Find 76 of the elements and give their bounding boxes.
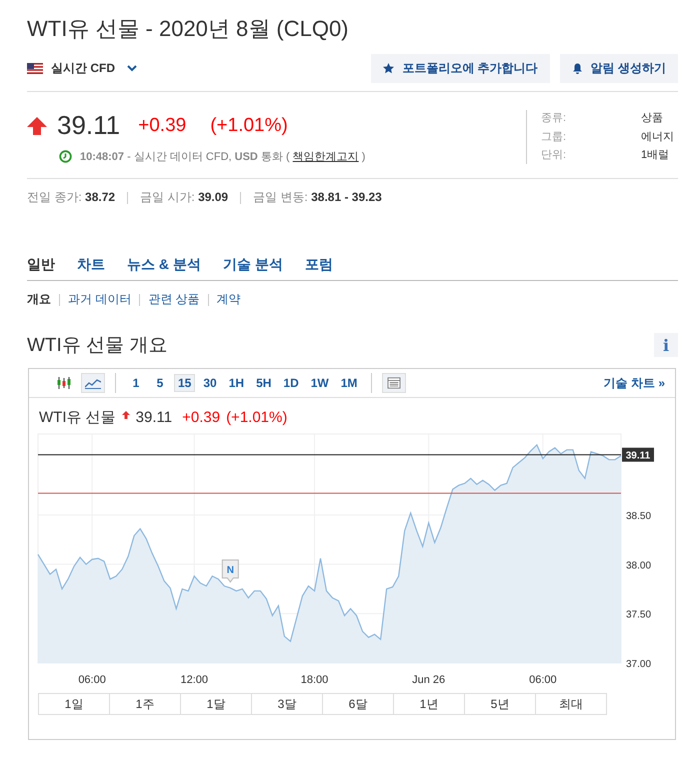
legend-change: +0.39 [182,409,220,426]
legend-price: 39.11 [136,409,172,426]
layout-button[interactable] [382,373,406,393]
range-button[interactable]: 5년 [464,693,536,715]
interval-button[interactable]: 1M [336,374,362,392]
tab[interactable]: 뉴스 & 분석 [127,256,201,274]
subtab[interactable]: 개요 [27,291,59,308]
interval-button[interactable]: 5H [252,374,276,392]
caret-icon [127,65,137,72]
detail-label: 단위: [541,148,568,164]
range-button[interactable]: 최대 [535,693,607,715]
price-change: +0.39 [138,114,186,136]
interval-button[interactable]: 5 [150,374,170,392]
up-arrow-icon [122,411,130,419]
candlestick-button[interactable] [56,377,72,389]
axis-label: 06:00 [529,674,557,686]
section-title: WTI유 선물 개요 [27,334,168,358]
page-title: WTI유 선물 - 2020년 8월 (CLQ0) [27,15,350,43]
axis-label: Jun 26 [412,674,446,686]
technical-chart-link[interactable]: 기술 차트 » [604,374,665,392]
interval-button[interactable]: 1 [126,374,146,392]
range-button[interactable]: 1주 [109,693,181,715]
axis-label: 18:00 [300,674,328,686]
range-button[interactable]: 1일 [38,693,110,715]
legend-percent: (+1.01%) [226,409,288,426]
subtab[interactable]: 관련 상품 [140,291,208,308]
clock-icon [59,150,72,163]
axis-label: 38.00 [626,560,652,572]
interval-button[interactable]: 1W [306,374,333,392]
tab[interactable]: 기술 분석 [222,256,283,274]
bell-icon [572,63,583,74]
ref-line-label: 39.11 [626,450,651,462]
range-button[interactable]: 6달 [322,693,394,715]
stat-text: 전일 종가: 38.72 [27,189,116,206]
interval-button[interactable]: 1H [224,374,248,392]
tab[interactable]: 일반 [27,256,55,274]
alert-button[interactable]: 알림 생성하기 [560,54,678,83]
axis-label: 06:00 [78,674,106,686]
interval-button[interactable]: 30 [199,374,221,392]
line-chart-button[interactable] [81,373,105,393]
line-chart-icon [85,377,101,389]
subtab[interactable]: 과거 데이터 [60,291,140,308]
price-label: 39.11 [622,448,654,462]
news-marker[interactable]: N [222,559,239,583]
interval-button[interactable]: 15 [174,374,196,392]
stat-text: 금일 시가: 39.09 [139,189,230,206]
tab[interactable]: 포럼 [304,256,333,274]
axis-label: 12:00 [180,674,208,686]
detail-value: 상품 [641,111,664,126]
detail-label: 종류: [541,111,568,126]
interval-button[interactable]: 1D [279,374,303,392]
range-button[interactable]: 1달 [180,693,252,715]
info-button[interactable]: i [654,333,678,357]
detail-value: 에너지 [641,130,674,145]
detail-value: 1배럴 [641,148,670,164]
percent-change: (+1.01%) [210,114,288,136]
price-value: 39.11 [57,110,120,141]
detail-label: 그룹: [541,130,568,145]
stat-text: 금일 변동: 38.81 - 39.23 [252,189,383,206]
up-arrow-icon [27,116,47,134]
market-selector[interactable]: 실시간 CFD [27,60,137,77]
layout-icon [386,377,402,389]
flag-icon [27,63,43,74]
axis-label: 37.50 [626,610,652,621]
axis-label: 38.50 [626,510,652,522]
portfolio-button[interactable]: 포트폴리오에 추가합니다 [371,54,550,83]
candlestick-icon [56,377,72,389]
tab[interactable]: 차트 [77,256,105,274]
axis-label: 37.00 [626,659,652,670]
range-button[interactable]: 1년 [393,693,465,715]
disclaimer-link[interactable]: 책임한계고지 [292,151,359,163]
instrument-name: WTI유 선물 [39,408,116,427]
star-icon [383,63,394,74]
update-info: 10:48:07 - 실시간 데이터 CFD, USD 통화 ( 책임한계고지 ) [80,150,366,164]
subtab[interactable]: 계약 [208,291,249,308]
range-button[interactable]: 3달 [251,693,323,715]
